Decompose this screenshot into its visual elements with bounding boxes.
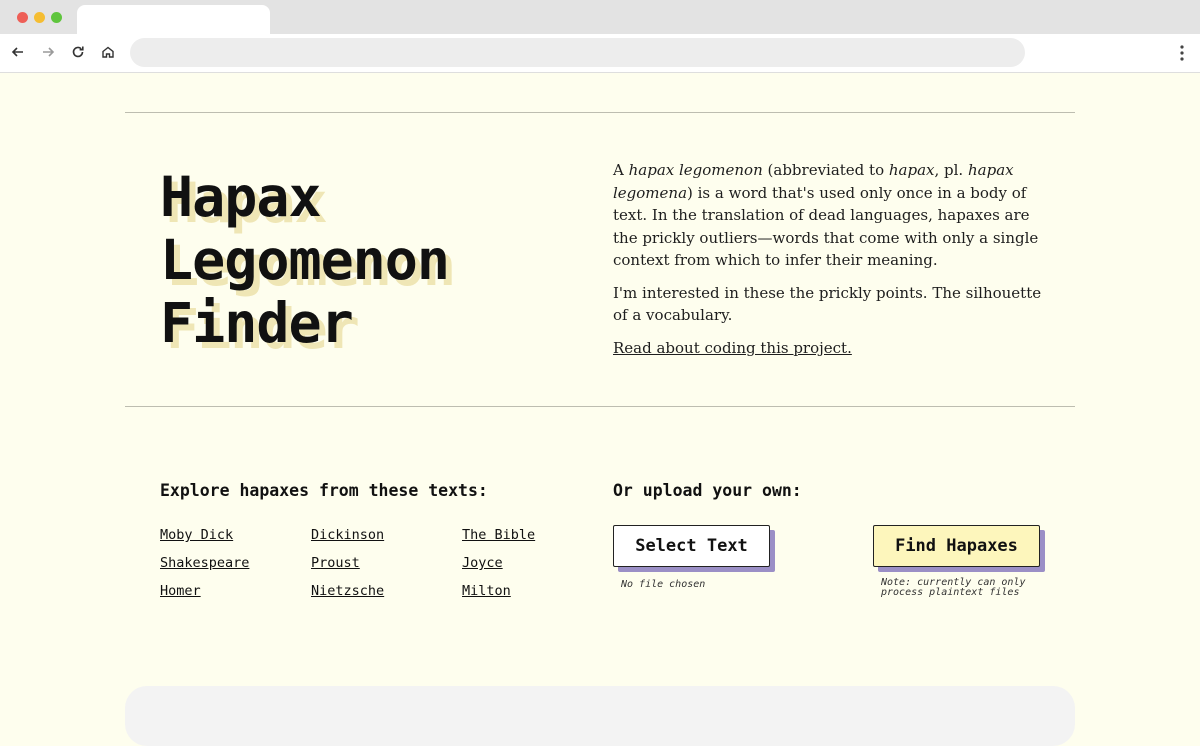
project-writeup-link[interactable]: Read about coding this project. — [613, 339, 852, 357]
window-close-dot[interactable] — [17, 12, 28, 23]
text-link[interactable]: Milton — [462, 583, 511, 599]
text-link[interactable]: Shakespeare — [160, 555, 249, 571]
intro-paragraph-1: A hapax legomenon (abbreviated to hapax,… — [613, 161, 1039, 269]
text-link[interactable]: The Bible — [462, 527, 535, 543]
home-icon[interactable] — [97, 41, 119, 63]
text-link[interactable]: Nietzsche — [311, 583, 384, 599]
page-title: Hapax Legomenon Finder — [160, 165, 450, 355]
middle-divider — [125, 406, 1075, 407]
page: Hapax Legomenon Finder A hapax legomenon… — [0, 73, 1200, 746]
address-bar[interactable] — [130, 38, 1025, 67]
arrow-right-icon[interactable] — [37, 41, 59, 63]
kebab-menu-icon[interactable] — [1172, 42, 1192, 64]
title-line: Finder — [160, 291, 354, 355]
title-line: Legomenon — [160, 228, 450, 292]
plaintext-note: Note: currently can only process plainte… — [881, 577, 1026, 598]
text-link[interactable]: Dickinson — [311, 527, 384, 543]
browser-tab[interactable] — [77, 5, 270, 34]
file-status: No file chosen — [621, 579, 706, 590]
explore-heading: Explore hapaxes from these texts: — [160, 481, 488, 500]
text-link[interactable]: Proust — [311, 555, 360, 571]
upload-heading: Or upload your own: — [613, 481, 802, 500]
text-link[interactable]: Homer — [160, 583, 201, 599]
intro-text: A hapax legomenon (abbreviated to hapax,… — [613, 159, 1043, 369]
top-divider — [125, 112, 1075, 113]
window-minimize-dot[interactable] — [34, 12, 45, 23]
arrow-left-icon[interactable] — [7, 41, 29, 63]
title-line: Hapax — [160, 165, 322, 229]
browser-toolbar — [0, 34, 1200, 73]
text-link[interactable]: Moby Dick — [160, 527, 233, 543]
select-text-button[interactable]: Select Text — [613, 525, 770, 567]
intro-paragraph-2: I'm interested in these the prickly poin… — [613, 283, 1042, 325]
reload-icon[interactable] — [67, 41, 89, 63]
text-link[interactable]: Joyce — [462, 555, 503, 571]
window-maximize-dot[interactable] — [51, 12, 62, 23]
browser-tab-strip — [0, 0, 1200, 34]
results-panel — [125, 686, 1075, 746]
find-hapaxes-button[interactable]: Find Hapaxes — [873, 525, 1040, 567]
